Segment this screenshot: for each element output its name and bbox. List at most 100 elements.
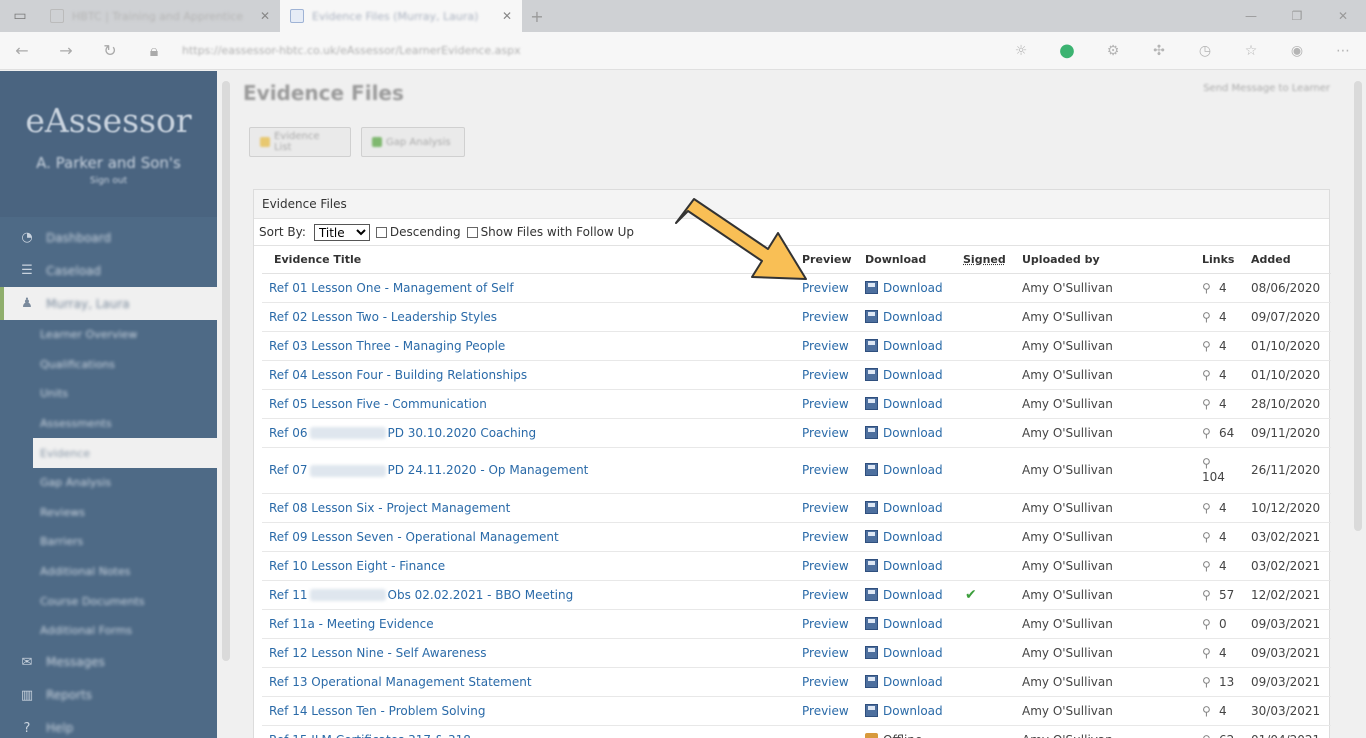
- preview-link[interactable]: Preview: [802, 310, 849, 324]
- evidence-title-link[interactable]: Ref 13 Operational Management Statement: [269, 675, 532, 689]
- download-link[interactable]: Download: [883, 646, 943, 660]
- preview-link[interactable]: Preview: [802, 397, 849, 411]
- preview-link[interactable]: Preview: [802, 463, 849, 477]
- download-link[interactable]: Download: [883, 559, 943, 573]
- preview-link[interactable]: Preview: [802, 339, 849, 353]
- preview-link[interactable]: Preview: [802, 646, 849, 660]
- evidence-title-link[interactable]: Ref 08 Lesson Six - Project Management: [269, 501, 510, 515]
- magnifier-icon[interactable]: ⚲: [1202, 310, 1216, 324]
- download-link[interactable]: Download: [883, 704, 943, 718]
- evidence-title-link[interactable]: Ref 05 Lesson Five - Communication: [269, 397, 487, 411]
- magnifier-icon[interactable]: ⚲: [1202, 588, 1216, 602]
- magnifier-icon[interactable]: ⚲: [1202, 704, 1216, 718]
- download-link[interactable]: Download: [883, 501, 943, 515]
- sidebar-subitem[interactable]: Units: [0, 379, 217, 409]
- download-link[interactable]: Download: [883, 281, 943, 295]
- forward-icon[interactable]: →: [44, 32, 88, 70]
- sidebar-item-dashboard[interactable]: ◔ Dashboard: [0, 221, 217, 254]
- send-message-link[interactable]: Send Message to Learner: [1203, 83, 1330, 94]
- magnifier-icon[interactable]: ⚲: [1202, 646, 1216, 660]
- minimize-icon[interactable]: —: [1228, 0, 1274, 32]
- magnifier-icon[interactable]: ⚲: [1202, 559, 1216, 573]
- evidence-title-link[interactable]: Ref 11a - Meeting Evidence: [269, 617, 434, 631]
- checkbox-box[interactable]: [375, 226, 387, 238]
- browser-tab-inactive[interactable]: HBTC | Training and Apprentice ✕: [40, 0, 280, 32]
- close-tab-icon[interactable]: ✕: [260, 9, 270, 23]
- magnifier-icon[interactable]: ⚲: [1202, 368, 1216, 382]
- sidebar-subitem[interactable]: Evidence: [33, 438, 217, 468]
- history-icon[interactable]: ◷: [1182, 32, 1228, 70]
- preview-link[interactable]: Preview: [802, 530, 849, 544]
- preview-link[interactable]: Preview: [802, 501, 849, 515]
- descending-checkbox[interactable]: Descending: [375, 225, 461, 239]
- preview-link[interactable]: Preview: [802, 426, 849, 440]
- evidence-title-link[interactable]: Ref 01 Lesson One - Management of Self: [269, 281, 514, 295]
- new-tab-icon[interactable]: +: [522, 0, 552, 32]
- preview-link[interactable]: Preview: [802, 704, 849, 718]
- download-link[interactable]: Download: [883, 675, 943, 689]
- sidebar-item-help[interactable]: ? Help: [0, 712, 217, 738]
- sidebar-subitem[interactable]: Gap Analysis: [0, 468, 217, 498]
- close-tab-icon[interactable]: ✕: [502, 9, 512, 23]
- sidebar-subitem[interactable]: Barriers: [0, 527, 217, 557]
- magnifier-icon[interactable]: ⚲: [1202, 426, 1216, 440]
- back-icon[interactable]: ←: [0, 32, 44, 70]
- evidence-title-link[interactable]: Ref 10 Lesson Eight - Finance: [269, 559, 445, 573]
- maximize-icon[interactable]: ❐: [1274, 0, 1320, 32]
- magnifier-icon[interactable]: ⚲: [1202, 733, 1216, 738]
- magnifier-icon[interactable]: ⚲: [1202, 456, 1216, 470]
- evidence-title-link[interactable]: Ref 04 Lesson Four - Building Relationsh…: [269, 368, 527, 382]
- magnifier-icon[interactable]: ⚲: [1202, 530, 1216, 544]
- magnifier-icon[interactable]: ⚲: [1202, 501, 1216, 515]
- download-link[interactable]: Download: [883, 368, 943, 382]
- evidence-title-link[interactable]: Ref 09 Lesson Seven - Operational Manage…: [269, 530, 559, 544]
- browser-tab-active[interactable]: Evidence Files (Murray, Laura) ✕: [280, 0, 522, 32]
- gap-analysis-button[interactable]: Gap Analysis: [361, 127, 465, 157]
- magnifier-icon[interactable]: ⚲: [1202, 281, 1216, 295]
- download-link[interactable]: Download: [883, 426, 943, 440]
- sidebar-subitem[interactable]: Additional Notes: [0, 557, 217, 587]
- download-link[interactable]: Download: [883, 463, 943, 477]
- extension-icon[interactable]: ⚙: [1090, 32, 1136, 70]
- magnifier-icon[interactable]: ⚲: [1202, 617, 1216, 631]
- page-scrollbar[interactable]: [1350, 71, 1366, 738]
- sidebar-scrollbar[interactable]: [219, 71, 233, 738]
- favorites-icon[interactable]: ☆: [1228, 32, 1274, 70]
- sidebar-item-learner[interactable]: ♟ Murray, Laura: [0, 287, 217, 320]
- download-link[interactable]: Download: [883, 339, 943, 353]
- sidebar-subitem[interactable]: Learner Overview: [0, 320, 217, 350]
- extension-green-icon[interactable]: ●: [1044, 32, 1090, 70]
- preview-link[interactable]: Preview: [802, 559, 849, 573]
- evidence-title-link[interactable]: Ref 02 Lesson Two - Leadership Styles: [269, 310, 497, 324]
- checkbox-box[interactable]: [466, 226, 478, 238]
- more-icon[interactable]: ⋯: [1320, 32, 1366, 70]
- download-link[interactable]: Download: [883, 397, 943, 411]
- refresh-icon[interactable]: ↻: [88, 32, 132, 70]
- evidence-title-link[interactable]: Ref 07 PD 24.11.2020 - Op Management: [269, 463, 588, 477]
- extension-icon[interactable]: ☼: [998, 32, 1044, 70]
- followup-checkbox[interactable]: Show Files with Follow Up: [466, 225, 634, 239]
- download-link[interactable]: Download: [883, 617, 943, 631]
- tab-actions-icon[interactable]: ▭: [0, 0, 40, 32]
- download-link[interactable]: Download: [883, 588, 943, 602]
- sidebar-item-caseload[interactable]: ☰ Caseload: [0, 254, 217, 287]
- evidence-title-link[interactable]: Ref 12 Lesson Nine - Self Awareness: [269, 646, 487, 660]
- sidebar-item-reports[interactable]: ▥ Reports: [0, 679, 217, 712]
- sort-select[interactable]: Title: [313, 223, 370, 241]
- preview-link[interactable]: Preview: [802, 617, 849, 631]
- download-link[interactable]: Download: [883, 310, 943, 324]
- puzzle-icon[interactable]: ✣: [1136, 32, 1182, 70]
- sidebar-subitem[interactable]: Additional Forms: [0, 616, 217, 646]
- close-window-icon[interactable]: ✕: [1320, 0, 1366, 32]
- url-field[interactable]: https://eassessor-hbtc.co.uk/eAssessor/L…: [182, 44, 998, 57]
- magnifier-icon[interactable]: ⚲: [1202, 339, 1216, 353]
- evidence-list-button[interactable]: Evidence List: [249, 127, 351, 157]
- evidence-title-link[interactable]: Ref 14 Lesson Ten - Problem Solving: [269, 704, 486, 718]
- scrollbar-thumb[interactable]: [1354, 81, 1362, 531]
- profile-icon[interactable]: ◉: [1274, 32, 1320, 70]
- sidebar-subitem[interactable]: Qualifications: [0, 350, 217, 380]
- evidence-title-link[interactable]: Ref 03 Lesson Three - Managing People: [269, 339, 505, 353]
- preview-link[interactable]: Preview: [802, 368, 849, 382]
- evidence-title-link[interactable]: Ref 06 PD 30.10.2020 Coaching: [269, 426, 536, 440]
- evidence-title-link[interactable]: Ref 11 Obs 02.02.2021 - BBO Meeting: [269, 588, 573, 602]
